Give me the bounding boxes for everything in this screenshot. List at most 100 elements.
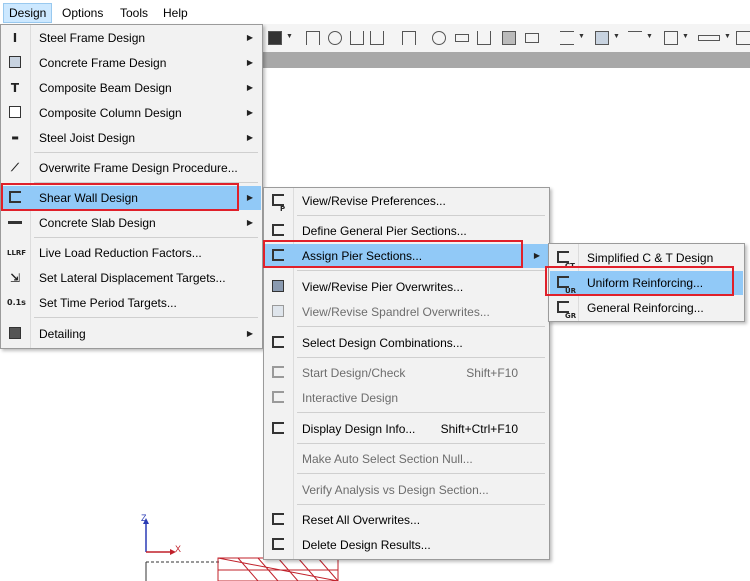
shear-wall-design-menu: P View/Revise Preferences... Define Gene… — [263, 187, 550, 560]
dropdown-arrow-icon[interactable]: ▼ — [578, 33, 585, 40]
time-period-icon: 0.1s — [7, 298, 26, 307]
menu-options[interactable]: Options — [57, 4, 108, 22]
submenu-arrow-icon: ▶ — [246, 193, 253, 202]
menu-tools[interactable]: Tools — [115, 4, 153, 22]
i-column-icon[interactable] — [664, 31, 678, 45]
start-design-icon — [270, 365, 286, 381]
concrete-frame-icon — [7, 55, 23, 71]
deck-icon[interactable] — [525, 33, 539, 43]
menu-item-shear-wall-design[interactable]: Shear Wall Design ▶ — [2, 186, 261, 210]
composite-column-icon — [7, 105, 23, 121]
dropdown-arrow-icon[interactable]: ▼ — [646, 33, 653, 40]
wall-grid-icon[interactable] — [370, 31, 384, 45]
assign-pier-sections-menu: CT Simplified C & T Design UR Uniform Re… — [548, 243, 745, 322]
menu-item-label: Delete Design Results... — [302, 538, 431, 552]
menu-separator — [297, 473, 545, 474]
menu-separator — [297, 412, 545, 413]
brace-icon[interactable] — [328, 31, 342, 45]
reset-overwrites-icon — [270, 512, 286, 528]
toolbar: ▼ ▼ ▼ ▼ ▼ ▼ — [262, 24, 750, 52]
menu-item-label: Select Design Combinations... — [302, 336, 463, 350]
menu-item-select-design-combinations[interactable]: Select Design Combinations... — [265, 331, 548, 355]
menu-item-label: Live Load Reduction Factors... — [39, 246, 202, 260]
menu-item-label: Set Lateral Displacement Targets... — [39, 271, 226, 285]
frame-icon[interactable] — [306, 31, 320, 45]
menu-item-verify-analysis-vs-design-section[interactable]: Verify Analysis vs Design Section... — [265, 478, 548, 502]
menu-item-view-revise-spandrel-overwrites[interactable]: View/Revise Spandrel Overwrites... — [265, 300, 548, 324]
menu-item-overwrite-frame-design-procedure[interactable]: ⟋ Overwrite Frame Design Procedure... — [2, 156, 261, 180]
dropdown-arrow-icon[interactable]: ▼ — [682, 33, 689, 40]
menu-item-delete-design-results[interactable]: Delete Design Results... — [265, 533, 548, 557]
menu-item-view-revise-preferences[interactable]: P View/Revise Preferences... — [265, 189, 548, 213]
dropdown-arrow-icon[interactable]: ▼ — [286, 33, 293, 40]
menu-item-define-general-pier-sections[interactable]: Define General Pier Sections... — [265, 219, 548, 243]
menu-item-make-auto-select-section-null[interactable]: Make Auto Select Section Null... — [265, 447, 548, 471]
menu-item-simplified-ct-design[interactable]: CT Simplified C & T Design — [550, 246, 743, 270]
menu-item-label: Composite Beam Design — [39, 81, 172, 95]
t-section-icon[interactable] — [628, 31, 642, 45]
beam-icon[interactable] — [455, 34, 469, 42]
menu-design[interactable]: Design — [3, 3, 53, 23]
shear-wall-icon[interactable] — [736, 31, 750, 45]
menu-item-concrete-slab-design[interactable]: Concrete Slab Design ▶ — [2, 211, 261, 235]
assign-pier-icon — [270, 248, 286, 264]
truss-icon[interactable] — [477, 31, 491, 45]
column-icon[interactable] — [402, 31, 416, 45]
menu-item-start-design-check[interactable]: Start Design/Check Shift+F10 — [265, 361, 548, 385]
menu-bar: Design Options Tools Help — [0, 0, 750, 25]
preferences-icon: P — [270, 193, 286, 213]
menu-item-general-reinforcing[interactable]: GR General Reinforcing... — [550, 296, 743, 320]
menu-item-composite-column-design[interactable]: Composite Column Design ▶ — [2, 101, 261, 125]
menu-item-steel-joist-design[interactable]: ▬ Steel Joist Design ▶ — [2, 126, 261, 150]
wall-panel-icon[interactable] — [350, 31, 364, 45]
menu-item-composite-beam-design[interactable]: T Composite Beam Design ▶ — [2, 76, 261, 100]
i-section-icon[interactable] — [560, 31, 574, 45]
menu-item-view-revise-pier-overwrites[interactable]: View/Revise Pier Overwrites... — [265, 275, 548, 299]
menu-separator — [34, 237, 258, 238]
menu-item-label: Assign Pier Sections... — [302, 249, 423, 263]
displacement-target-icon: ⇲ — [9, 271, 21, 285]
submenu-arrow-icon: ▶ — [246, 83, 253, 92]
menu-item-concrete-frame-design[interactable]: Concrete Frame Design ▶ — [2, 51, 261, 75]
define-pier-icon — [270, 223, 286, 239]
menu-item-reset-all-overwrites[interactable]: Reset All Overwrites... — [265, 508, 548, 532]
composite-beam-icon: T — [10, 81, 20, 95]
menu-help[interactable]: Help — [158, 4, 193, 22]
uniform-reinforcing-icon: UR — [555, 275, 576, 295]
dropdown-arrow-icon[interactable]: ▼ — [613, 33, 620, 40]
menu-item-label: Uniform Reinforcing... — [587, 276, 704, 290]
menu-item-label: Simplified C & T Design — [587, 251, 714, 265]
menu-item-label: Display Design Info... — [302, 422, 416, 436]
menu-item-steel-frame-design[interactable]: I Steel Frame Design ▶ — [2, 26, 261, 50]
submenu-arrow-icon: ▶ — [246, 33, 253, 42]
i-beam-icon: I — [12, 31, 18, 45]
view-cube-icon[interactable] — [268, 31, 282, 45]
design-menu: I Steel Frame Design ▶ Concrete Frame De… — [0, 24, 263, 349]
delete-results-icon — [270, 537, 286, 553]
joist-icon[interactable] — [698, 35, 720, 41]
menu-item-display-design-info[interactable]: Display Design Info... Shift+Ctrl+F10 — [265, 417, 548, 441]
menu-item-live-load-reduction-factors[interactable]: LLRF Live Load Reduction Factors... — [2, 241, 261, 265]
menu-item-detailing[interactable]: Detailing ▶ — [2, 322, 261, 346]
menu-item-shortcut: Shift+Ctrl+F10 — [440, 422, 518, 436]
menu-item-set-time-period-targets[interactable]: 0.1s Set Time Period Targets... — [2, 291, 261, 315]
box-section-icon[interactable] — [595, 31, 609, 45]
detailing-icon — [7, 326, 23, 342]
menu-item-interactive-design[interactable]: Interactive Design — [265, 386, 548, 410]
menu-item-assign-pier-sections[interactable]: Assign Pier Sections... ▶ — [265, 244, 548, 268]
pin-icon[interactable] — [432, 31, 446, 45]
overwrite-procedure-icon: ⟋ — [11, 161, 19, 174]
submenu-arrow-icon: ▶ — [246, 58, 253, 67]
concrete-slab-icon — [7, 215, 23, 231]
menu-item-label: Steel Joist Design — [39, 131, 136, 145]
slab-icon[interactable] — [502, 31, 516, 45]
simplified-ct-icon: CT — [555, 250, 575, 270]
menu-item-label: Shear Wall Design — [39, 191, 138, 205]
menu-item-uniform-reinforcing[interactable]: UR Uniform Reinforcing... — [550, 271, 743, 295]
wall-mesh-lines — [217, 557, 339, 581]
menu-item-set-lateral-displacement-targets[interactable]: ⇲ Set Lateral Displacement Targets... — [2, 266, 261, 290]
interactive-design-icon — [270, 390, 286, 406]
menu-item-shortcut: Shift+F10 — [466, 366, 518, 380]
dropdown-arrow-icon[interactable]: ▼ — [724, 33, 731, 40]
display-design-info-icon — [270, 421, 286, 437]
